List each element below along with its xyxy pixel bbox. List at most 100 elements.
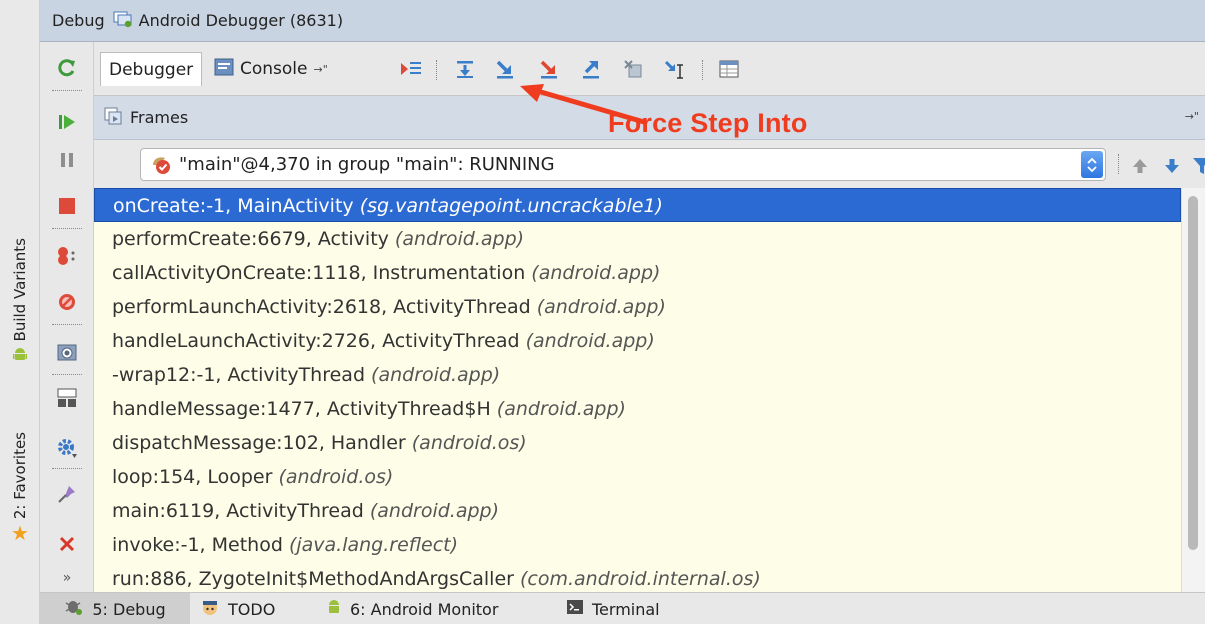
tool-tab-android-monitor-label: 6: Android Monitor <box>350 599 499 619</box>
tab-console-label: Console <box>240 59 308 79</box>
frames-icon <box>104 107 122 129</box>
frame-row[interactable]: invoke:-1, Method (java.lang.reflect) <box>94 528 1181 562</box>
tab-console[interactable]: Console →" <box>206 52 336 86</box>
frame-package: (android.app) <box>525 330 655 352</box>
tool-tab-debug[interactable]: 5: Debug <box>40 593 190 624</box>
session-label: Android Debugger (8631) <box>138 11 344 30</box>
frame-row[interactable]: dispatchMessage:102, Handler (android.os… <box>94 426 1181 460</box>
frame-row[interactable]: handleMessage:1477, ActivityThread$H (an… <box>94 392 1181 426</box>
frame-method: callActivityOnCreate:1118, Instrumentati… <box>112 262 532 284</box>
debug-title-bar: Debug Android Debugger (8631) <box>40 0 1205 42</box>
mute-breakpoints-icon[interactable] <box>53 288 81 316</box>
resume-icon[interactable] <box>53 108 81 136</box>
frame-method: -wrap12:-1, ActivityThread <box>112 364 372 386</box>
favorites-label: 2: Favorites <box>11 432 29 520</box>
evaluate-expression-icon[interactable] <box>716 56 742 82</box>
frame-row[interactable]: main:6119, ActivityThread (android.app) <box>94 494 1181 528</box>
rerun-icon[interactable] <box>53 54 81 82</box>
tool-tab-terminal[interactable]: Terminal <box>556 593 670 624</box>
todo-icon <box>200 598 220 620</box>
tool-tab-debug-label: 5: Debug <box>92 599 166 619</box>
thread-selector-value: "main"@4,370 in group "main": RUNNING <box>179 154 555 175</box>
separator <box>1118 154 1119 174</box>
build-variants-label: Build Variants <box>11 238 29 342</box>
frame-package: (android.app) <box>369 500 499 522</box>
frame-method: run:886, ZygoteInit$MethodAndArgsCaller <box>112 568 520 590</box>
separator <box>52 228 82 229</box>
close-icon[interactable] <box>53 530 81 558</box>
bug-icon <box>64 598 84 620</box>
separator <box>436 60 437 80</box>
force-step-into-annotation: Force Step Into <box>608 108 808 138</box>
debug-title: Debug <box>52 11 105 30</box>
arrow-down-icon[interactable] <box>1160 154 1184 178</box>
frames-title: Frames <box>130 108 189 127</box>
tool-tab-terminal-label: Terminal <box>592 599 660 619</box>
frame-package: (android.os) <box>411 432 527 454</box>
frame-package: (android.app) <box>496 398 626 420</box>
stop-icon[interactable] <box>53 192 81 220</box>
terminal-icon <box>566 599 584 619</box>
frame-method: handleMessage:1477, ActivityThread$H <box>112 398 497 420</box>
frame-package: (com.android.internal.os) <box>520 568 761 590</box>
show-execution-point-icon[interactable] <box>398 56 424 82</box>
build-variants-tab[interactable]: Build Variants <box>8 238 32 366</box>
frame-method: loop:154, Looper <box>112 466 279 488</box>
bottom-tool-bar: 5: Debug TODO 6: Android Monitor Termina… <box>40 592 1205 624</box>
frame-row[interactable]: run:886, ZygoteInit$MethodAndArgsCaller … <box>94 562 1181 592</box>
android-icon <box>12 347 28 366</box>
tab-debugger[interactable]: Debugger <box>100 52 203 86</box>
tool-tab-android-monitor[interactable]: 6: Android Monitor <box>316 593 508 624</box>
left-tool-stripe: Build Variants 2: Favorites ★ <box>0 0 40 624</box>
frame-package: (sg.vantagepoint.uncrackable1) <box>359 195 663 217</box>
frames-scrollbar[interactable] <box>1181 188 1205 592</box>
thread-selector[interactable]: "main"@4,370 in group "main": RUNNING <box>140 148 1106 181</box>
step-over-icon[interactable] <box>452 56 478 82</box>
get-thread-dump-icon[interactable] <box>53 338 81 366</box>
debug-action-column: » <box>40 42 94 592</box>
chevron-updown-icon[interactable] <box>1081 151 1103 178</box>
arrow-up-icon[interactable] <box>1128 154 1152 178</box>
frame-row[interactable]: onCreate:-1, MainActivity (sg.vantagepoi… <box>94 188 1181 222</box>
frame-method: onCreate:-1, MainActivity <box>113 195 360 217</box>
frame-method: performLaunchActivity:2618, ActivityThre… <box>112 296 537 318</box>
thread-selector-row: "main"@4,370 in group "main": RUNNING <box>94 140 1205 188</box>
frame-row[interactable]: performLaunchActivity:2618, ActivityThre… <box>94 290 1181 324</box>
frame-method: main:6119, ActivityThread <box>112 500 370 522</box>
frames-list: onCreate:-1, MainActivity (sg.vantagepoi… <box>94 188 1181 592</box>
thread-running-icon <box>151 155 171 175</box>
separator <box>52 374 82 375</box>
session-tab[interactable]: Android Debugger (8631) <box>113 10 343 32</box>
console-pin-icon[interactable]: →" <box>314 63 328 76</box>
pause-icon[interactable] <box>53 146 81 174</box>
frame-method: dispatchMessage:102, Handler <box>112 432 412 454</box>
scrollbar-thumb[interactable] <box>1188 196 1198 550</box>
frame-package: (android.app) <box>536 296 666 318</box>
filter-icon[interactable] <box>1190 154 1205 178</box>
run-to-cursor-icon[interactable] <box>662 56 688 82</box>
console-icon <box>214 58 234 81</box>
frame-package: (android.app) <box>531 262 661 284</box>
pin-tab-icon[interactable] <box>53 480 81 508</box>
more-actions-icon[interactable]: » <box>53 564 81 592</box>
frame-row[interactable]: -wrap12:-1, ActivityThread (android.app) <box>94 358 1181 392</box>
frame-package: (android.app) <box>394 228 525 250</box>
frame-row[interactable]: loop:154, Looper (android.os) <box>94 460 1181 494</box>
frame-row[interactable]: callActivityOnCreate:1118, Instrumentati… <box>94 256 1181 290</box>
frame-row[interactable]: performCreate:6679, Activity (android.ap… <box>94 222 1181 256</box>
frame-method: performCreate:6679, Activity <box>112 228 395 250</box>
view-breakpoints-icon[interactable] <box>53 242 81 270</box>
frame-package: (android.os) <box>278 466 394 488</box>
android-icon <box>326 598 342 620</box>
frame-package: (java.lang.reflect) <box>288 534 459 556</box>
tool-tab-todo-label: TODO <box>228 599 276 619</box>
frames-pin-icon[interactable]: →" <box>1185 110 1199 123</box>
favorites-tab[interactable]: 2: Favorites ★ <box>8 432 32 543</box>
tool-tab-todo[interactable]: TODO <box>190 593 285 624</box>
restore-layout-icon[interactable] <box>53 384 81 412</box>
tab-debugger-label: Debugger <box>109 59 194 80</box>
frame-row[interactable]: handleLaunchActivity:2726, ActivityThrea… <box>94 324 1181 358</box>
frame-method: handleLaunchActivity:2726, ActivityThrea… <box>112 330 526 352</box>
separator <box>702 60 703 80</box>
settings-icon[interactable] <box>53 434 81 462</box>
